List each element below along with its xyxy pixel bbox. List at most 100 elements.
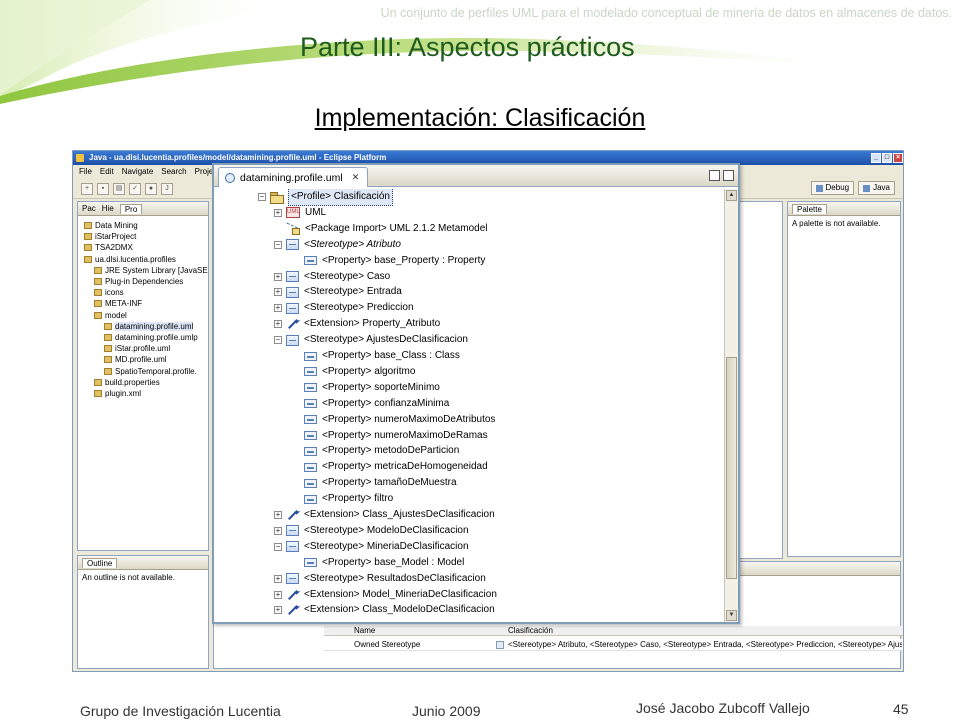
expand-icon[interactable]: + <box>274 590 282 599</box>
tree-row-label: <Extension> Model_MineriaDeClasificacion <box>304 588 497 600</box>
package-tree-item[interactable]: ua.dlsi.lucentia.profiles <box>84 254 208 265</box>
perspective-java[interactable]: Java <box>858 181 895 195</box>
tree-row[interactable]: − <Profile> Clasificación <box>258 189 393 206</box>
scroll-up-icon[interactable]: ▲ <box>726 190 737 201</box>
tab-outline[interactable]: Outline <box>82 557 118 568</box>
tree-row[interactable]: − <Stereotype> Atributo <box>274 237 401 253</box>
tab-palette[interactable]: Palette <box>792 203 827 214</box>
package-tree-item[interactable]: iStar.profile.uml <box>84 343 208 354</box>
scroll-down-icon[interactable]: ▼ <box>726 610 737 621</box>
tree-row[interactable]: + <Stereotype> ModeloDeClasificacion <box>274 523 469 539</box>
package-tree-item[interactable]: Data Mining <box>84 220 208 231</box>
collapse-icon[interactable]: − <box>258 193 266 201</box>
check-icon[interactable]: ✓ <box>129 182 141 195</box>
tree-row[interactable]: + <Extension> Property_Atributo <box>274 316 440 332</box>
expand-icon[interactable]: + <box>274 606 282 615</box>
editor-tab[interactable]: datamining.profile.uml ✕ <box>218 167 369 187</box>
tab-hierarchy[interactable]: Hie <box>102 204 114 213</box>
tree-row-label: <Property> numeroMaximoDeAtributos <box>322 413 496 425</box>
close-button[interactable]: × <box>893 153 903 163</box>
tree-row[interactable]: <Property> base_Property : Property <box>292 253 485 269</box>
tree-row[interactable]: <Property> filtro <box>292 491 393 507</box>
collapse-icon[interactable]: − <box>274 240 282 249</box>
package-tree-item[interactable]: plugin.xml <box>84 388 208 399</box>
tree-row[interactable]: + UML UML <box>274 205 326 221</box>
tree-row[interactable]: + <Extension> Model_MineriaDeClasificacio… <box>274 587 497 603</box>
menu-navigate[interactable]: Navigate <box>122 165 154 179</box>
package-tree-item[interactable]: icons <box>84 287 208 298</box>
minimize-editor-button[interactable] <box>709 170 720 181</box>
menu-edit[interactable]: Edit <box>100 165 114 179</box>
tree-row[interactable]: + <Stereotype> Caso <box>274 269 390 285</box>
package-tree-item[interactable]: JRE System Library [JavaSE <box>84 265 208 276</box>
properties-row-value: <Stereotype> Atributo, <Stereotype> Caso… <box>508 640 902 649</box>
expand-icon[interactable]: + <box>274 511 282 519</box>
tree-row[interactable]: − <Stereotype> MineriaDeClasificacion <box>274 539 469 555</box>
stop-icon[interactable]: ● <box>145 182 157 195</box>
properties-row[interactable]: Owned Stereotype <Stereotype> Atributo, … <box>324 639 903 651</box>
tree-row[interactable]: <Property> tamañoDeMuestra <box>292 475 457 491</box>
new-icon[interactable]: + <box>81 182 93 195</box>
package-tree-item[interactable]: META-INF <box>84 298 208 309</box>
tree-row[interactable]: + <Stereotype> Prediccion <box>274 300 414 316</box>
tree-row[interactable]: + <Extension> Class_AjustesDeClasificacio… <box>274 507 495 523</box>
package-tree-item[interactable]: datamining.profile.uml <box>84 321 208 332</box>
expand-icon[interactable]: + <box>274 208 282 217</box>
vertical-scrollbar[interactable]: ▲ ▼ <box>724 189 738 622</box>
collapse-icon[interactable]: − <box>274 542 282 551</box>
outline-message: An outline is not available. <box>82 573 175 582</box>
property-icon <box>304 494 317 504</box>
package-tree-item[interactable]: MD.profile.uml <box>84 354 208 365</box>
perspective-debug[interactable]: Debug <box>810 181 855 195</box>
maximize-editor-button[interactable] <box>723 170 734 181</box>
maximize-button[interactable]: □ <box>882 153 892 163</box>
package-tree-item[interactable]: model <box>84 310 208 321</box>
expand-icon[interactable]: + <box>274 288 282 297</box>
minimize-button[interactable]: _ <box>871 153 881 163</box>
tree-row-label: <Stereotype> Atributo <box>304 238 401 250</box>
scrollbar-thumb[interactable] <box>726 357 737 579</box>
tab-package-explorer[interactable]: Pac <box>82 204 96 213</box>
expand-icon[interactable]: + <box>274 574 282 583</box>
tree-row[interactable]: <Property> metricaDeHomogeneidad <box>292 459 488 475</box>
tree-row[interactable]: <Property> numeroMaximoDeRamas <box>292 428 488 444</box>
expand-icon[interactable]: + <box>274 304 282 313</box>
property-value-icon <box>496 641 504 649</box>
tree-row[interactable]: + <Extension> Class_ModeloDeClasificacion <box>274 602 495 618</box>
folder-icon <box>94 278 102 286</box>
tree-row[interactable]: <Property> metodoDeParticion <box>292 443 459 459</box>
property-icon <box>304 478 317 488</box>
tree-row[interactable]: <Property> numeroMaximoDeAtributos <box>292 412 495 428</box>
save-icon[interactable]: ▪ <box>97 182 109 195</box>
package-tree-item[interactable]: iStarProject <box>84 231 208 242</box>
tree-row[interactable]: + <Stereotype> Entrada <box>274 284 402 300</box>
folder-icon <box>94 311 102 319</box>
package-tree-item[interactable]: datamining.profile.umlp <box>84 332 208 343</box>
tree-row-label: <Property> numeroMaximoDeRamas <box>322 429 488 441</box>
tab-project-explorer[interactable]: Pro <box>119 203 143 214</box>
tree-row[interactable]: <Package Import> UML 2.1.2 Metamodel <box>274 221 488 237</box>
expand-icon[interactable]: + <box>274 272 282 281</box>
package-tree-item[interactable]: Plug-in Dependencies <box>84 276 208 287</box>
package-tree-item[interactable]: SpatioTemporal.profile. <box>84 366 208 377</box>
header-note: Un conjunto de perfiles UML para el mode… <box>380 6 952 20</box>
package-tree-item[interactable]: build.properties <box>84 377 208 388</box>
tree-row[interactable]: + <Stereotype> ResultadosDeClasificacion <box>274 571 486 587</box>
tree-row[interactable]: <Property> confianzaMinima <box>292 396 449 412</box>
tree-row-label: <Stereotype> ModeloDeClasificacion <box>304 524 469 536</box>
tree-row[interactable]: <Property> base_Model : Model <box>292 555 464 571</box>
tree-row[interactable]: − <Stereotype> AjustesDeClasificacion <box>274 332 468 348</box>
print-icon[interactable]: ▤ <box>113 182 125 195</box>
tree-row[interactable]: <Property> soporteMinimo <box>292 380 440 396</box>
open-type-icon[interactable]: J <box>161 182 173 195</box>
extension-icon <box>286 509 299 521</box>
menu-search[interactable]: Search <box>161 165 186 179</box>
close-tab-icon[interactable]: ✕ <box>352 172 360 183</box>
package-tree-item[interactable]: TSA2DMX <box>84 242 208 253</box>
tree-row[interactable]: <Property> algoritmo <box>292 364 415 380</box>
collapse-icon[interactable]: − <box>274 336 282 345</box>
tree-row[interactable]: <Property> base_Class : Class <box>292 348 460 364</box>
expand-icon[interactable]: + <box>274 526 282 535</box>
menu-file[interactable]: File <box>79 165 92 179</box>
expand-icon[interactable]: + <box>274 320 282 329</box>
